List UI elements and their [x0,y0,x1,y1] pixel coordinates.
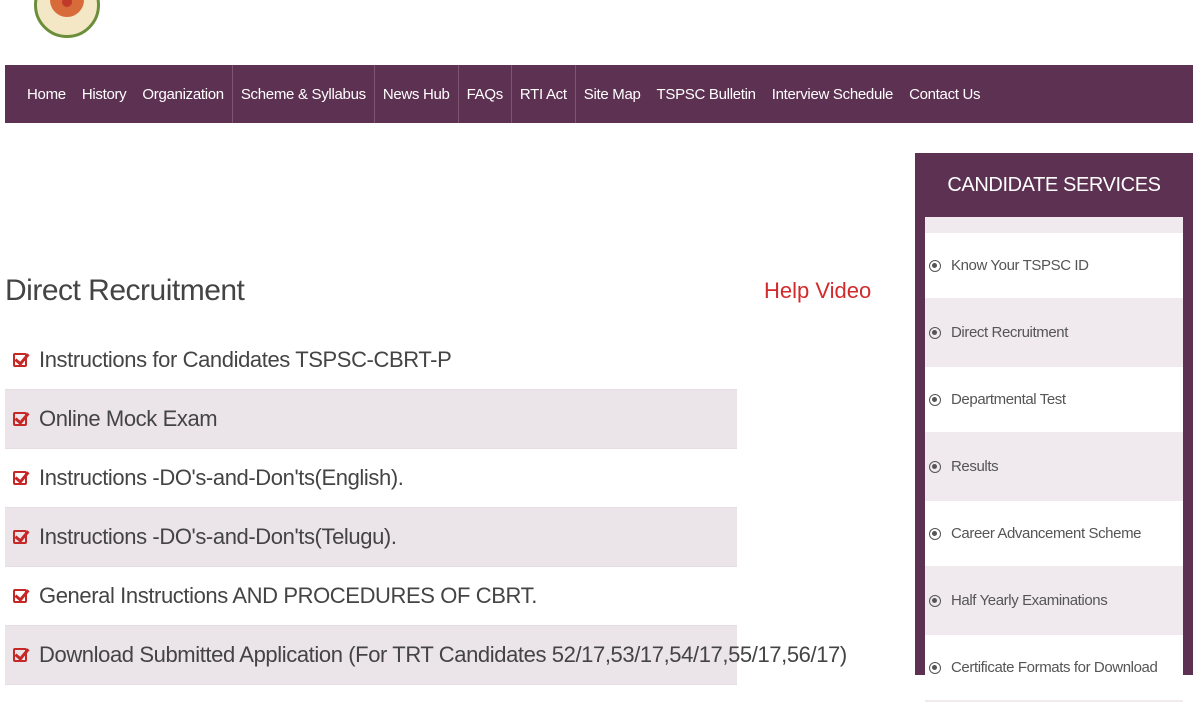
service-certificate-formats[interactable]: Certificate Formats for Download [925,635,1183,700]
list-item[interactable]: Download Submitted Application (For TRT … [5,626,847,685]
list-item[interactable]: Instructions -DO's-and-Don'ts(Telugu). [5,508,737,567]
circle-bullet-icon [929,326,941,339]
circle-bullet-icon [929,594,941,607]
checkbox-checked-icon [13,471,27,485]
nav-rti-act[interactable]: RTI Act [510,65,575,123]
link-general-instructions[interactable]: General Instructions AND PROCEDURES OF C… [39,583,537,609]
checkbox-checked-icon [13,530,27,544]
list-item[interactable]: Online Mock Exam [5,390,737,449]
link-download-application[interactable]: Download Submitted Application (For TRT … [39,642,847,668]
service-career-advancement[interactable]: Career Advancement Scheme [925,501,1183,566]
circle-bullet-icon [929,460,941,473]
service-label: Direct Recruitment [951,324,1068,341]
service-label: Certificate Formats for Download [951,659,1158,676]
checkbox-checked-icon [13,353,27,367]
service-label: Results [951,458,999,475]
service-results[interactable]: Results [925,434,1183,499]
service-label: Departmental Test [951,391,1066,408]
service-label: Half Yearly Examinations [951,592,1108,609]
nav-scheme-syllabus[interactable]: Scheme & Syllabus [231,65,374,123]
nav-faqs[interactable]: FAQs [457,65,511,123]
checkbox-checked-icon [13,648,27,662]
list-item[interactable]: General Instructions AND PROCEDURES OF C… [5,567,737,626]
nav-home[interactable]: Home [19,65,74,123]
nav-organization[interactable]: Organization [134,65,231,123]
nav-contact-us[interactable]: Contact Us [901,65,988,123]
site-header [0,0,1200,64]
candidate-services-list: Know Your TSPSC ID Direct Recruitment De… [925,217,1183,702]
page-title: Direct Recruitment [5,274,245,307]
circle-bullet-icon [929,527,941,540]
circle-bullet-icon [929,393,941,406]
nav-interview-schedule[interactable]: Interview Schedule [764,65,901,123]
circle-bullet-icon [929,661,941,674]
nav-tspsc-bulletin[interactable]: TSPSC Bulletin [649,65,764,123]
service-departmental-test[interactable]: Departmental Test [925,367,1183,432]
service-direct-recruitment[interactable]: Direct Recruitment [925,300,1183,365]
checkbox-checked-icon [13,589,27,603]
service-half-yearly-exams[interactable]: Half Yearly Examinations [925,568,1183,633]
sidebar-title: CANDIDATE SERVICES [947,173,1161,196]
list-item[interactable]: Instructions for Candidates TSPSC-CBRT-P [5,331,737,390]
recruitment-link-list: Instructions for Candidates TSPSC-CBRT-P… [5,331,847,685]
link-instructions-cbrt[interactable]: Instructions for Candidates TSPSC-CBRT-P [39,347,452,373]
link-dos-donts-telugu[interactable]: Instructions -DO's-and-Don'ts(Telugu). [39,524,397,550]
main-navigation: Home History Organization Scheme & Sylla… [5,65,1193,123]
checkbox-checked-icon [13,412,27,426]
nav-history[interactable]: History [74,65,135,123]
nav-site-map[interactable]: Site Map [574,65,649,123]
list-item[interactable]: Instructions -DO's-and-Don'ts(English). [5,449,737,508]
service-label: Career Advancement Scheme [951,525,1142,542]
help-video-link[interactable]: Help Video [764,278,871,304]
service-know-tspsc-id[interactable]: Know Your TSPSC ID [925,233,1183,298]
candidate-services-panel: CANDIDATE SERVICES Know Your TSPSC ID Di… [915,153,1193,702]
link-online-mock-exam[interactable]: Online Mock Exam [39,406,218,432]
tspsc-emblem-icon[interactable] [34,0,100,38]
service-label: Know Your TSPSC ID [951,257,1089,274]
circle-bullet-icon [929,259,941,272]
link-dos-donts-english[interactable]: Instructions -DO's-and-Don'ts(English). [39,465,404,491]
nav-news-hub[interactable]: News Hub [373,65,458,123]
